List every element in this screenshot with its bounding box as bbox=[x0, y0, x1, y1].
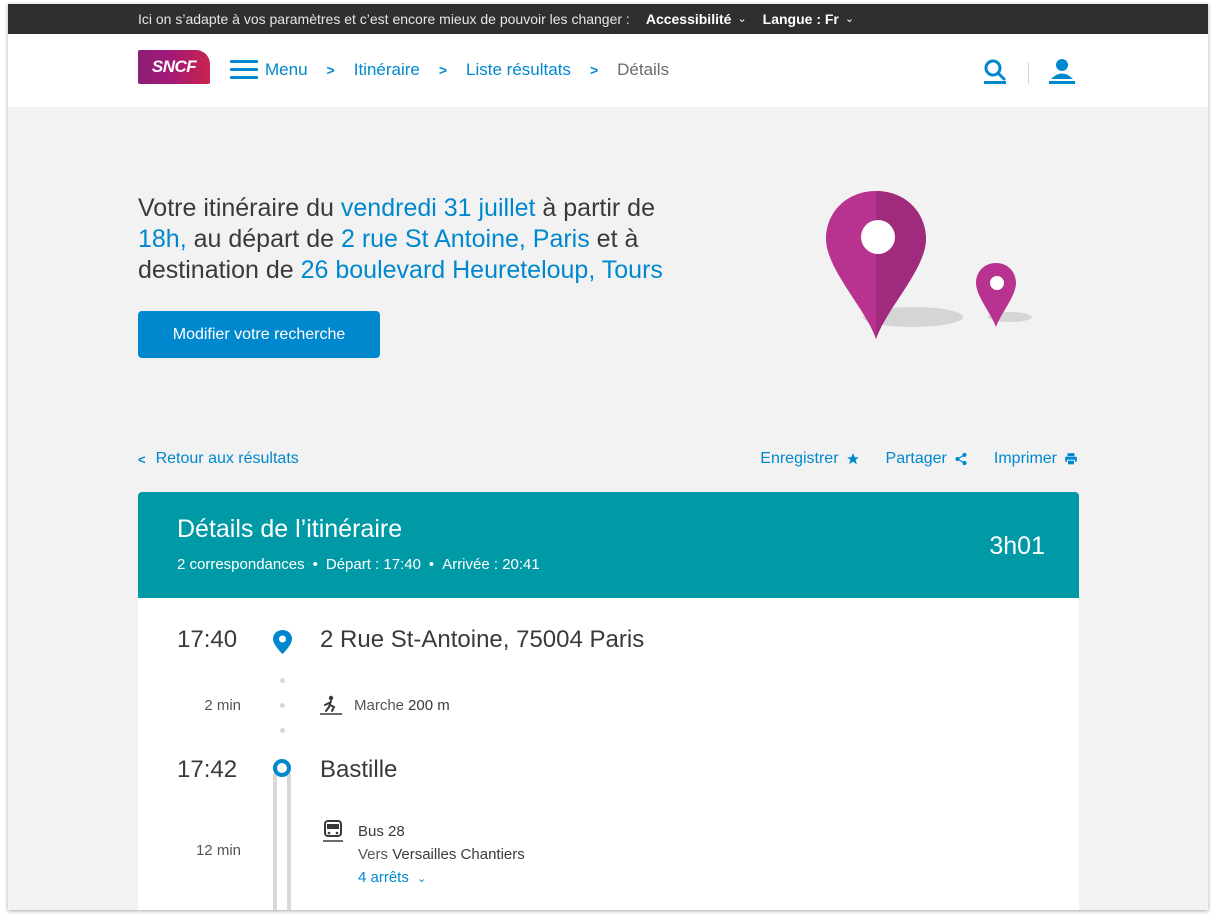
search-icon[interactable] bbox=[983, 58, 1007, 84]
walk-label: Marche bbox=[354, 696, 405, 714]
summary-text: destination de bbox=[138, 256, 301, 284]
chevron-left-icon: < bbox=[138, 451, 146, 467]
location-pin-icon bbox=[273, 630, 292, 654]
share-label: Partager bbox=[885, 450, 947, 467]
timeline-dot bbox=[280, 703, 285, 708]
stop-circle-icon bbox=[273, 759, 291, 777]
modify-search-button[interactable]: Modifier votre recherche bbox=[138, 311, 380, 358]
summary-destination: 26 boulevard Heureteloup, Tours bbox=[300, 256, 663, 284]
timeline-dot bbox=[280, 728, 285, 733]
details-subtitle: 2 correspondances • Départ : 17:40 • Arrivée… bbox=[177, 556, 540, 573]
summary-text: à partir de bbox=[535, 194, 655, 222]
departure-time: Départ : 17:40 bbox=[325, 556, 421, 573]
sncf-logo[interactable]: SNCF bbox=[138, 50, 210, 84]
share-icon bbox=[955, 452, 967, 466]
bus-direction: Versailles Chantiers bbox=[392, 846, 525, 863]
accessibility-label: Accessibilité bbox=[645, 11, 732, 27]
save-button[interactable]: Enregistrer bbox=[760, 450, 859, 468]
bus-segment: Bus 28 Vers Versailles Chantiers 4 arrêt… bbox=[358, 820, 525, 891]
summary-text: et à bbox=[589, 225, 639, 253]
stop-name: Bastille bbox=[320, 756, 398, 783]
bus-stops-toggle[interactable]: 4 arrêts ⌄ bbox=[358, 866, 525, 891]
breadcrumb-liste-resultats[interactable]: Liste résultats bbox=[466, 60, 571, 80]
chevron-right-icon: > bbox=[589, 62, 599, 78]
summary-date: vendredi 31 juillet bbox=[340, 194, 536, 222]
header-divider bbox=[1028, 62, 1029, 84]
itinerary-timeline: 17:40 2 Rue St-Antoine, 75004 Paris 2 mi… bbox=[138, 598, 1079, 910]
arrival-time: Arrivée : 20:41 bbox=[442, 556, 540, 573]
menu-hamburger-icon[interactable] bbox=[230, 60, 258, 80]
chevron-down-icon: ⌄ bbox=[737, 12, 747, 25]
printer-icon bbox=[1065, 453, 1077, 466]
itinerary-actions: Enregistrer Partager Imprimer bbox=[734, 450, 1078, 468]
stop-time: 17:42 bbox=[177, 756, 238, 783]
timeline-dot bbox=[280, 678, 285, 683]
breadcrumb-details: Détails bbox=[617, 60, 670, 79]
bus-duration: 12 min bbox=[195, 842, 241, 859]
origin-address: 2 Rue St-Antoine, 75004 Paris bbox=[320, 626, 645, 653]
breadcrumb: Menu > Itinéraire > Liste résultats > Dé… bbox=[265, 60, 669, 80]
bus-rail bbox=[273, 773, 277, 910]
share-button[interactable]: Partager bbox=[886, 450, 968, 468]
back-to-results-link[interactable]: < Retour aux résultats bbox=[138, 450, 299, 468]
details-header: Détails de l’itinéraire 2 correspondance… bbox=[138, 492, 1079, 598]
bus-stops-label: 4 arrêts bbox=[358, 869, 409, 886]
walking-person-icon bbox=[320, 695, 342, 715]
chevron-down-icon: ⌄ bbox=[417, 873, 427, 885]
chevron-right-icon: > bbox=[438, 62, 448, 78]
origin-time: 17:40 bbox=[177, 626, 238, 653]
chevron-right-icon: > bbox=[326, 62, 335, 78]
back-to-results-label: Retour aux résultats bbox=[155, 450, 299, 467]
accessibility-dropdown[interactable]: Accessibilité ⌄ bbox=[646, 11, 747, 27]
save-label: Enregistrer bbox=[760, 450, 839, 467]
print-button[interactable]: Imprimer bbox=[994, 450, 1078, 468]
summary-origin: 2 rue St Antoine, Paris bbox=[340, 225, 590, 253]
summary-text: au départ de bbox=[186, 225, 341, 253]
bus-direction-prefix: Vers bbox=[358, 846, 389, 863]
accessibility-bar: Ici on s’adapte à vos paramètres et c’es… bbox=[8, 4, 1208, 34]
chevron-down-icon: ⌄ bbox=[844, 12, 855, 25]
details-title: Détails de l’itinéraire bbox=[177, 515, 403, 543]
connections-count: 2 correspondances bbox=[177, 556, 305, 573]
user-account-icon[interactable] bbox=[1048, 58, 1076, 84]
accessibility-message: Ici on s’adapte à vos paramètres et c’es… bbox=[138, 11, 630, 27]
map-pins-illustration bbox=[826, 191, 1032, 339]
walk-segment: Marche 200 m bbox=[320, 695, 450, 715]
star-icon bbox=[846, 453, 859, 465]
total-duration: 3h01 bbox=[989, 532, 1045, 560]
breadcrumb-menu[interactable]: Menu bbox=[265, 60, 308, 80]
header: SNCF Menu > Itinéraire > Liste résultats… bbox=[8, 34, 1208, 107]
language-label: Langue : Fr bbox=[762, 11, 839, 27]
print-label: Imprimer bbox=[993, 450, 1057, 467]
walk-duration: 2 min bbox=[204, 697, 241, 714]
summary-time: 18h, bbox=[138, 225, 187, 253]
itinerary-details-card: Détails de l’itinéraire 2 correspondance… bbox=[138, 492, 1079, 910]
walk-distance: 200 m bbox=[408, 696, 450, 714]
bus-line: Bus 28 bbox=[358, 823, 405, 840]
bus-rail bbox=[287, 773, 291, 910]
bus-icon bbox=[323, 820, 343, 842]
summary-text: Votre itinéraire du bbox=[138, 194, 341, 222]
app-frame: Ici on s’adapte à vos paramètres et c’es… bbox=[8, 4, 1208, 910]
language-dropdown[interactable]: Langue : Fr ⌄ bbox=[763, 11, 854, 27]
breadcrumb-itineraire[interactable]: Itinéraire bbox=[354, 60, 420, 80]
itinerary-summary: Votre itinéraire du vendredi 31 juillet … bbox=[138, 193, 738, 286]
